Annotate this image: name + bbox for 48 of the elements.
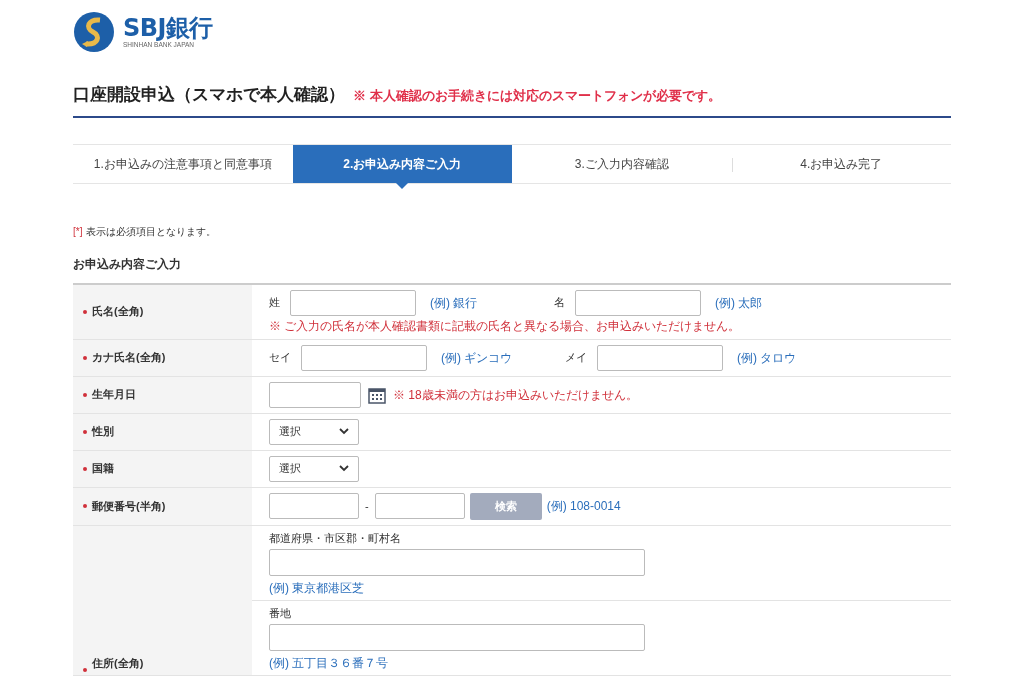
select-dropdown[interactable]: 選択 <box>269 455 359 482</box>
text-input[interactable] <box>301 344 427 371</box>
pointer-icon <box>396 182 409 189</box>
date-input[interactable] <box>269 381 361 408</box>
prefix-label: 名 <box>554 295 565 311</box>
example-text: (例) ギンコウ <box>441 349 514 367</box>
required-note: 表示は必須項目となります。 <box>86 224 217 239</box>
text-input[interactable] <box>575 289 701 316</box>
step-tab[interactable]: 4.お申込み完了 <box>731 144 951 183</box>
field-label: 生年月日 <box>92 387 136 403</box>
field-caption: 都道府県・市区郡・町村名 <box>269 530 401 546</box>
chevron-icon <box>339 428 349 435</box>
example-text: (例) 東京都港区芝 <box>269 579 365 597</box>
prefix-label: セイ <box>269 350 291 366</box>
text-input[interactable] <box>290 289 416 316</box>
example-text: (例) 銀行 <box>430 294 479 312</box>
calendar-icon[interactable] <box>368 385 386 404</box>
title-note: ※ 本人確認のお手続きには対応のスマートフォンが必要です。 <box>353 87 721 105</box>
field-label: 氏名(全角) <box>92 304 144 320</box>
page-title: 口座開設申込（スマホで本人確認） <box>73 84 345 106</box>
field-label: 性別 <box>92 424 114 440</box>
text-input[interactable] <box>269 623 645 651</box>
postal-input[interactable] <box>269 493 359 519</box>
step-tab[interactable]: 1.お申込みの注意事項と同意事項 <box>73 144 293 183</box>
section-title: お申込み内容ご入力 <box>73 255 182 273</box>
logo-icon <box>73 11 115 53</box>
example-text: (例) タロウ <box>737 349 798 367</box>
postal-input[interactable] <box>374 493 465 519</box>
required-mark: [*] <box>73 224 83 239</box>
text-input[interactable] <box>269 548 645 576</box>
example-text: (例) 太郎 <box>715 294 764 312</box>
field-label: 郵便番号(半角) <box>92 498 166 514</box>
prefix-label: メイ <box>565 350 587 366</box>
text-input[interactable] <box>597 344 723 371</box>
field-label: 住所(全角) <box>92 656 144 671</box>
select-dropdown[interactable]: 選択 <box>269 418 359 445</box>
example-text: (例) 108-0014 <box>546 498 621 515</box>
prefix-label: 姓 <box>269 295 280 311</box>
warning-note: ※ 18歳未満の方はお申込みいただけません。 <box>393 386 638 404</box>
warning-note: ※ ご入力の氏名が本人確認書類に記載の氏名と異なる場合、お申込みいただけません。 <box>269 317 742 334</box>
separator-text: - <box>365 498 369 514</box>
step-tab[interactable]: 2.お申込み内容ご入力 <box>292 144 512 183</box>
field-caption: 番地 <box>269 605 291 621</box>
field-label: 国籍 <box>92 461 114 477</box>
step-tab[interactable]: 3.ご入力内容確認 <box>512 144 732 183</box>
chevron-icon <box>339 465 349 472</box>
field-label: カナ氏名(全角) <box>92 350 166 366</box>
example-text: (例) 五丁目３６番７号 <box>269 654 389 672</box>
